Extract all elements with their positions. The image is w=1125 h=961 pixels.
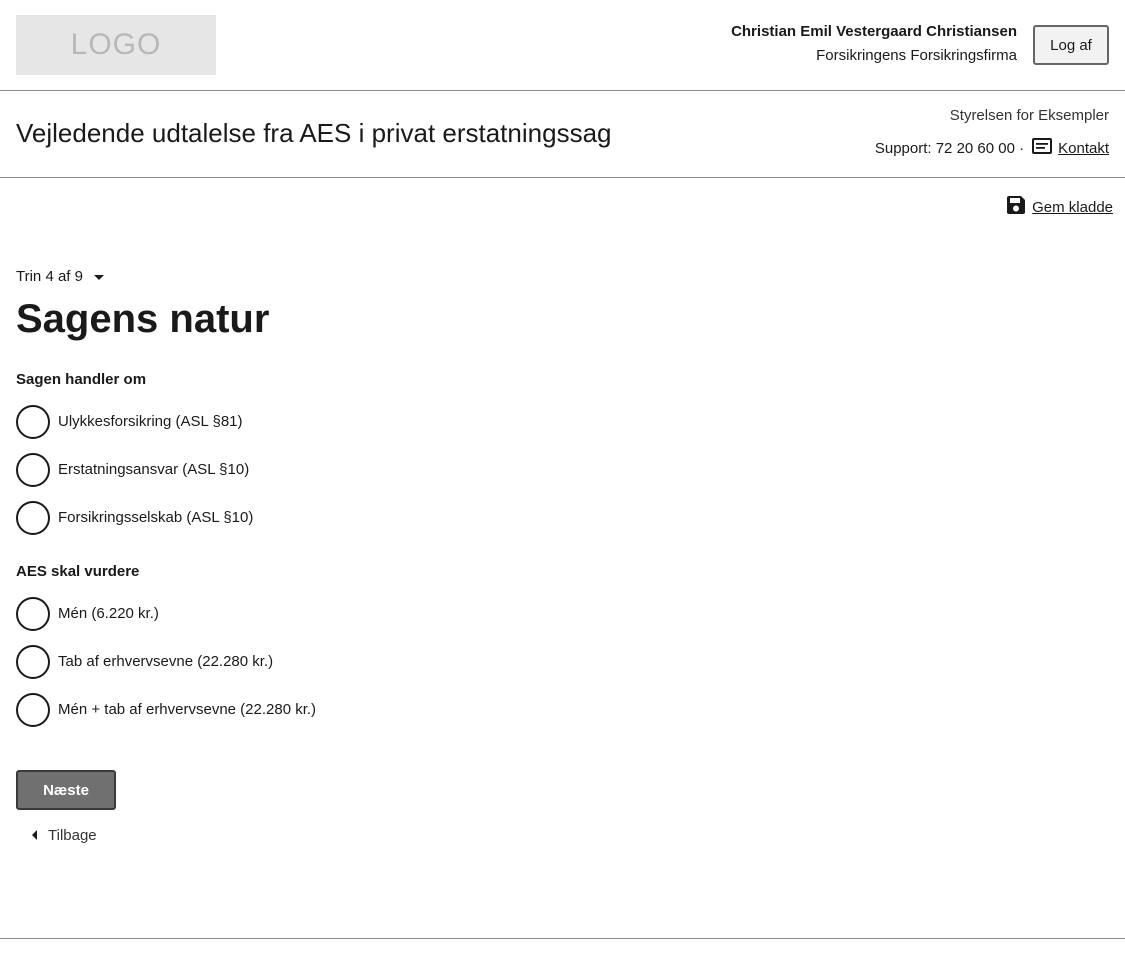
caret-left-icon — [32, 826, 38, 846]
user-info: Christian Emil Vestergaard Christiansen … — [731, 22, 1017, 66]
group-label-case-subject: Sagen handler om — [16, 371, 147, 388]
title-bar: Vejledende udtalelse fra AES i privat er… — [0, 91, 1125, 178]
radio-option-men[interactable]: Mén (6.220 kr.) — [16, 597, 159, 631]
radio-option-tab-af-erhvervsevne[interactable]: Tab af erhvervsevne (22.280 kr.) — [16, 645, 273, 679]
radio-label: Erstatningsansvar (ASL §10) — [58, 461, 250, 478]
user-organization: Forsikringens Forsikringsfirma — [816, 47, 1017, 64]
radio-button[interactable] — [16, 693, 50, 727]
logout-button[interactable]: Log af — [1033, 25, 1109, 65]
agency-name: Styrelsen for Eksempler — [949, 107, 1109, 124]
logo: LOGO — [16, 15, 216, 75]
radio-button[interactable] — [16, 597, 50, 631]
back-link-label: Tilbage — [48, 827, 97, 844]
save-draft-link[interactable]: Gem kladde — [1006, 195, 1113, 219]
page-title: Vejledende udtalelse fra AES i privat er… — [16, 118, 612, 148]
radio-label: Tab af erhvervsevne (22.280 kr.) — [58, 653, 274, 670]
radio-button[interactable] — [16, 501, 50, 535]
radio-option-men-plus-tab[interactable]: Mén + tab af erhvervsevne (22.280 kr.) — [16, 693, 316, 727]
radio-option-forsikringsselskab[interactable]: Forsikringsselskab (ASL §10) — [16, 501, 253, 535]
radio-button[interactable] — [16, 453, 50, 487]
radio-option-ulykkesforsikring[interactable]: Ulykkesforsikring (ASL §81) — [16, 405, 243, 439]
support-phone: Support: 72 20 60 00 · — [874, 140, 1025, 157]
radio-option-erstatningsansvar[interactable]: Erstatningsansvar (ASL §10) — [16, 453, 249, 487]
radio-label: Ulykkesforsikring (ASL §81) — [58, 413, 243, 430]
save-draft-label: Gem kladde — [1032, 198, 1113, 216]
next-button[interactable]: Næste — [16, 770, 116, 810]
caret-down-icon — [93, 267, 105, 287]
user-name: Christian Emil Vestergaard Christiansen — [731, 23, 1017, 40]
floppy-disk-icon — [1006, 195, 1026, 219]
top-bar: LOGO Christian Emil Vestergaard Christia… — [0, 0, 1125, 91]
footer-divider — [0, 938, 1125, 939]
step-selector[interactable]: Trin 4 af 9 — [16, 267, 105, 287]
group-label-assessment: AES skal vurdere — [16, 563, 140, 580]
radio-button[interactable] — [16, 645, 50, 679]
radio-button[interactable] — [16, 405, 50, 439]
radio-label: Mén + tab af erhvervsevne (22.280 kr.) — [58, 701, 317, 718]
message-icon — [1032, 138, 1053, 160]
radio-label: Forsikringsselskab (ASL §10) — [58, 509, 254, 526]
step-label: Trin 4 af 9 — [16, 268, 83, 285]
section-title: Sagens natur — [16, 297, 270, 341]
contact-link[interactable]: Kontakt — [1058, 139, 1109, 159]
support-line: Support: 72 20 60 00 · Kontakt — [875, 138, 1109, 160]
radio-label: Mén (6.220 kr.) — [58, 605, 159, 622]
back-link[interactable]: Tilbage — [32, 826, 97, 846]
